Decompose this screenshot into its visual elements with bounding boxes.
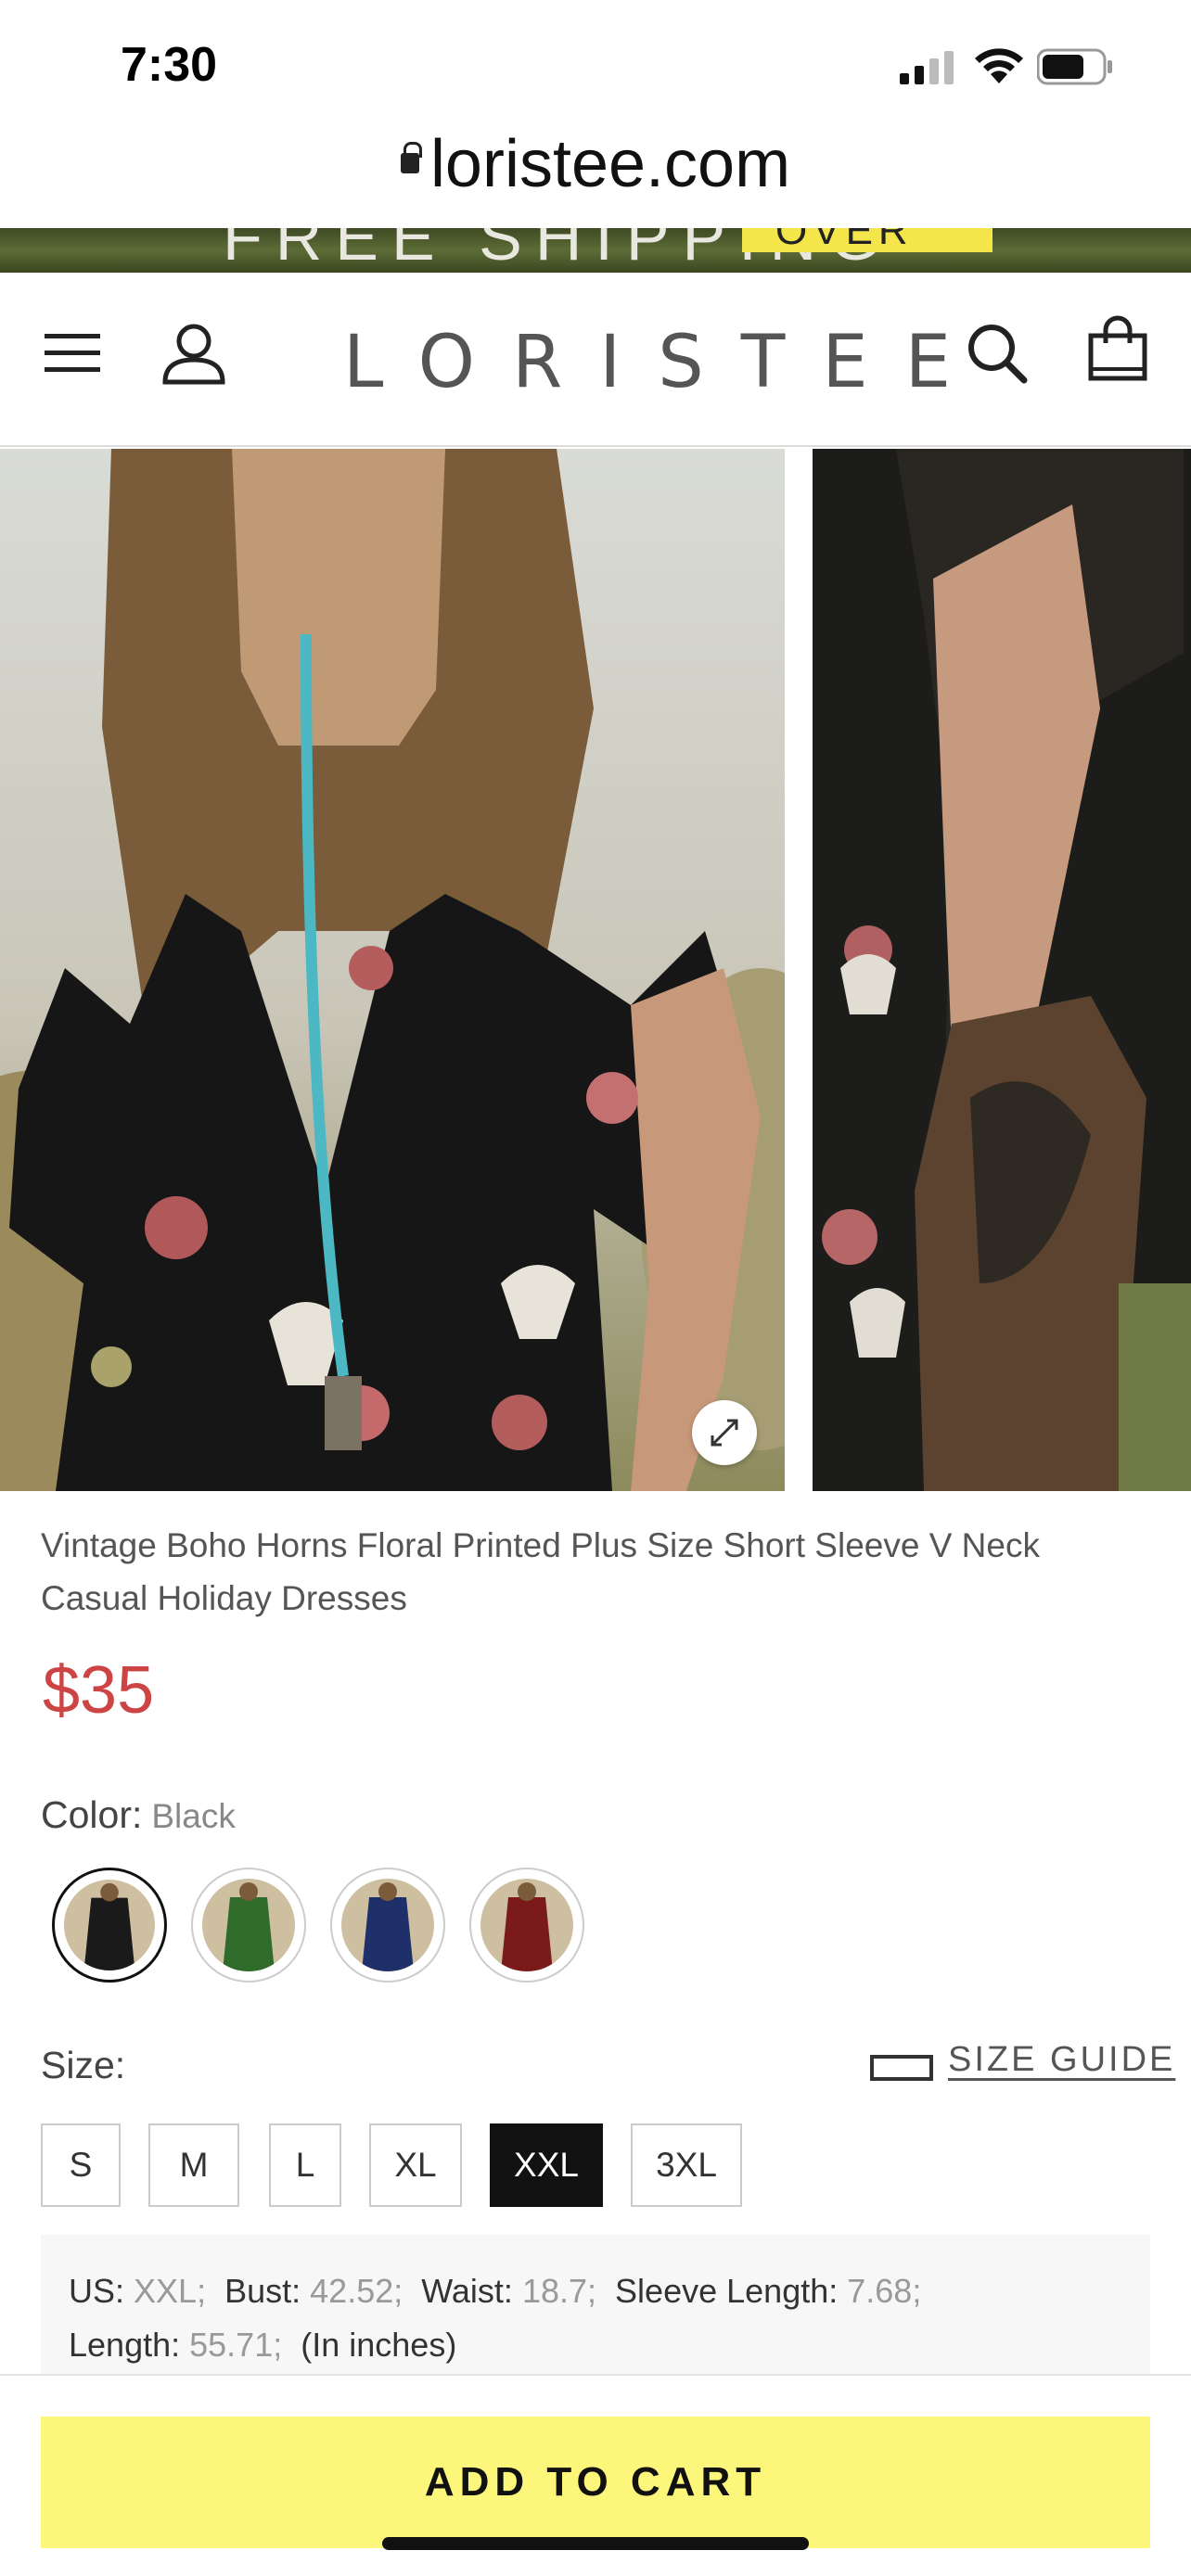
lock-icon	[400, 142, 422, 173]
product-image-main[interactable]	[0, 449, 785, 1491]
size-option-xxl[interactable]: XXL	[490, 2123, 603, 2207]
battery-icon	[1037, 48, 1112, 85]
color-label: Color:	[41, 1793, 143, 1836]
size-option-xl[interactable]: XL	[369, 2123, 462, 2207]
cellular-signal-icon	[900, 51, 954, 84]
size-option-3xl[interactable]: 3XL	[631, 2123, 742, 2207]
search-icon[interactable]	[967, 323, 1028, 384]
ruler-icon	[870, 2055, 933, 2081]
promo-banner[interactable]: FREE SHIPPING OVER 89$	[0, 228, 1191, 273]
account-icon[interactable]	[161, 321, 226, 386]
browser-address-bar[interactable]: loristee.com	[0, 119, 1191, 228]
cart-bag-icon[interactable]	[1087, 315, 1148, 382]
promo-badge: OVER 89$	[742, 228, 992, 252]
color-swatch-navy[interactable]	[330, 1868, 445, 1983]
product-gallery[interactable]	[0, 449, 1191, 1491]
product-price: $35	[43, 1653, 155, 1728]
us-label: US:	[69, 2272, 125, 2310]
product-image-secondary[interactable]	[813, 449, 1191, 1491]
sleeve-label: Sleeve Length:	[615, 2272, 839, 2310]
size-option-m[interactable]: M	[148, 2123, 239, 2207]
bust-value: 42.52;	[310, 2272, 403, 2310]
menu-icon[interactable]	[45, 330, 100, 376]
wifi-icon	[975, 48, 1023, 83]
site-header: LORISTEE	[0, 273, 1191, 447]
color-selector-label: Color: Black	[41, 1793, 236, 1837]
home-indicator[interactable]	[382, 2537, 809, 2550]
color-swatch-black[interactable]	[52, 1868, 167, 1983]
color-value: Black	[151, 1797, 236, 1835]
expand-icon	[711, 1419, 738, 1447]
color-swatch-green[interactable]	[191, 1868, 306, 1983]
size-measurements: US: XXL; Bust: 42.52; Waist: 18.7; Sleev…	[41, 2235, 1150, 2374]
status-time: 7:30	[121, 38, 218, 92]
status-bar: 7:30	[0, 0, 1191, 130]
size-label: Size:	[41, 2044, 126, 2086]
sleeve-value: 7.68;	[847, 2272, 922, 2310]
size-option-s[interactable]: S	[41, 2123, 121, 2207]
add-to-cart-button[interactable]: ADD TO CART	[41, 2417, 1150, 2548]
url-text: loristee.com	[429, 127, 791, 201]
bust-label: Bust:	[224, 2272, 301, 2310]
size-option-l[interactable]: L	[269, 2123, 341, 2207]
length-value: 55.71;	[189, 2326, 283, 2364]
length-label: Length:	[69, 2326, 181, 2364]
us-value: XXL;	[134, 2272, 207, 2310]
size-guide-link[interactable]: SIZE GUIDE	[948, 2040, 1175, 2080]
color-swatch-red[interactable]	[469, 1868, 584, 1983]
product-title: Vintage Boho Horns Floral Printed Plus S…	[41, 1526, 1040, 1617]
promo-badge-text: OVER 89$	[775, 228, 914, 252]
waist-value: 18.7;	[521, 2272, 597, 2310]
waist-label: Waist:	[421, 2272, 513, 2310]
unit-note: (In inches)	[301, 2326, 457, 2364]
site-logo[interactable]: LORISTEE	[343, 321, 988, 404]
expand-image-button[interactable]	[692, 1400, 757, 1465]
